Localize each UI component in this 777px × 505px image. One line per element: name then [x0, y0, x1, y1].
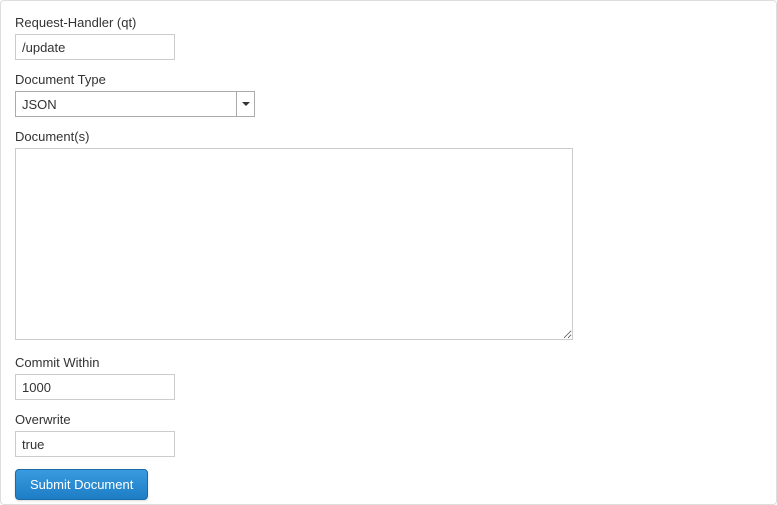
overwrite-label: Overwrite — [15, 412, 762, 427]
document-type-select[interactable]: JSON — [15, 91, 255, 117]
commit-within-input[interactable] — [15, 374, 175, 400]
documents-group: Document(s) — [15, 129, 762, 343]
documents-textarea[interactable] — [15, 148, 573, 340]
request-handler-group: Request-Handler (qt) — [15, 15, 762, 60]
document-type-group: Document Type JSON — [15, 72, 762, 117]
commit-within-label: Commit Within — [15, 355, 762, 370]
overwrite-input[interactable] — [15, 431, 175, 457]
document-type-select-wrapper: JSON — [15, 91, 255, 117]
form-panel: Request-Handler (qt) Document Type JSON … — [0, 0, 777, 505]
overwrite-group: Overwrite — [15, 412, 762, 457]
submit-document-button[interactable]: Submit Document — [15, 469, 148, 500]
request-handler-input[interactable] — [15, 34, 175, 60]
request-handler-label: Request-Handler (qt) — [15, 15, 762, 30]
commit-within-group: Commit Within — [15, 355, 762, 400]
document-type-label: Document Type — [15, 72, 762, 87]
documents-label: Document(s) — [15, 129, 762, 144]
